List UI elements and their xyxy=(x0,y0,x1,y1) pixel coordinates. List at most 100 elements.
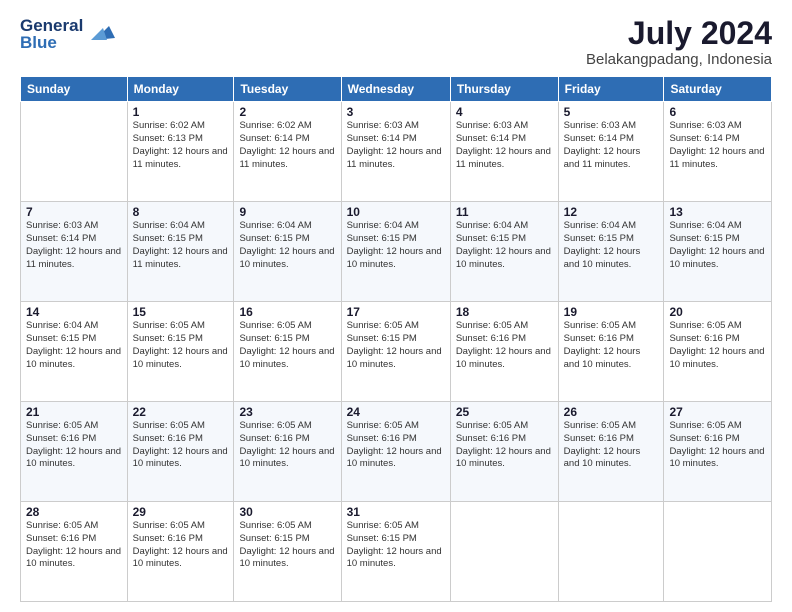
table-cell: 5Sunrise: 6:03 AMSunset: 6:14 PMDaylight… xyxy=(558,102,664,202)
table-cell: 3Sunrise: 6:03 AMSunset: 6:14 PMDaylight… xyxy=(341,102,450,202)
table-cell: 29Sunrise: 6:05 AMSunset: 6:16 PMDayligh… xyxy=(127,502,234,602)
week-row-4: 21Sunrise: 6:05 AMSunset: 6:16 PMDayligh… xyxy=(21,402,772,502)
table-cell: 17Sunrise: 6:05 AMSunset: 6:15 PMDayligh… xyxy=(341,302,450,402)
table-cell: 27Sunrise: 6:05 AMSunset: 6:16 PMDayligh… xyxy=(664,402,772,502)
day-number: 1 xyxy=(133,105,229,119)
day-info: Sunrise: 6:04 AMSunset: 6:15 PMDaylight:… xyxy=(26,320,122,371)
table-cell xyxy=(664,502,772,602)
day-number: 26 xyxy=(564,405,659,419)
day-number: 17 xyxy=(347,305,445,319)
day-number: 18 xyxy=(456,305,553,319)
title-block: July 2024 Belakangpadang, Indonesia xyxy=(586,16,772,68)
day-info: Sunrise: 6:04 AMSunset: 6:15 PMDaylight:… xyxy=(239,220,335,271)
day-number: 6 xyxy=(669,105,766,119)
day-info: Sunrise: 6:03 AMSunset: 6:14 PMDaylight:… xyxy=(347,120,445,171)
day-info: Sunrise: 6:05 AMSunset: 6:16 PMDaylight:… xyxy=(456,320,553,371)
day-number: 12 xyxy=(564,205,659,219)
table-cell: 20Sunrise: 6:05 AMSunset: 6:16 PMDayligh… xyxy=(664,302,772,402)
day-info: Sunrise: 6:04 AMSunset: 6:15 PMDaylight:… xyxy=(133,220,229,271)
table-cell: 30Sunrise: 6:05 AMSunset: 6:15 PMDayligh… xyxy=(234,502,341,602)
table-cell: 15Sunrise: 6:05 AMSunset: 6:15 PMDayligh… xyxy=(127,302,234,402)
day-info: Sunrise: 6:05 AMSunset: 6:16 PMDaylight:… xyxy=(26,520,122,571)
day-info: Sunrise: 6:02 AMSunset: 6:13 PMDaylight:… xyxy=(133,120,229,171)
day-number: 14 xyxy=(26,305,122,319)
day-number: 4 xyxy=(456,105,553,119)
table-cell xyxy=(558,502,664,602)
day-number: 20 xyxy=(669,305,766,319)
header-sunday: Sunday xyxy=(21,77,128,102)
day-number: 25 xyxy=(456,405,553,419)
table-cell: 6Sunrise: 6:03 AMSunset: 6:14 PMDaylight… xyxy=(664,102,772,202)
table-cell: 19Sunrise: 6:05 AMSunset: 6:16 PMDayligh… xyxy=(558,302,664,402)
day-info: Sunrise: 6:05 AMSunset: 6:16 PMDaylight:… xyxy=(347,420,445,471)
table-cell: 24Sunrise: 6:05 AMSunset: 6:16 PMDayligh… xyxy=(341,402,450,502)
calendar-header-row: Sunday Monday Tuesday Wednesday Thursday… xyxy=(21,77,772,102)
day-info: Sunrise: 6:03 AMSunset: 6:14 PMDaylight:… xyxy=(26,220,122,271)
day-number: 24 xyxy=(347,405,445,419)
day-number: 5 xyxy=(564,105,659,119)
month-title: July 2024 xyxy=(586,16,772,51)
table-cell: 28Sunrise: 6:05 AMSunset: 6:16 PMDayligh… xyxy=(21,502,128,602)
table-cell xyxy=(450,502,558,602)
table-cell: 13Sunrise: 6:04 AMSunset: 6:15 PMDayligh… xyxy=(664,202,772,302)
day-number: 21 xyxy=(26,405,122,419)
day-number: 9 xyxy=(239,205,335,219)
table-cell: 21Sunrise: 6:05 AMSunset: 6:16 PMDayligh… xyxy=(21,402,128,502)
day-info: Sunrise: 6:05 AMSunset: 6:16 PMDaylight:… xyxy=(669,320,766,371)
day-number: 16 xyxy=(239,305,335,319)
day-number: 3 xyxy=(347,105,445,119)
day-info: Sunrise: 6:05 AMSunset: 6:16 PMDaylight:… xyxy=(564,320,659,371)
table-cell: 2Sunrise: 6:02 AMSunset: 6:14 PMDaylight… xyxy=(234,102,341,202)
table-cell: 1Sunrise: 6:02 AMSunset: 6:13 PMDaylight… xyxy=(127,102,234,202)
table-cell: 23Sunrise: 6:05 AMSunset: 6:16 PMDayligh… xyxy=(234,402,341,502)
day-info: Sunrise: 6:05 AMSunset: 6:16 PMDaylight:… xyxy=(133,520,229,571)
day-number: 22 xyxy=(133,405,229,419)
header-saturday: Saturday xyxy=(664,77,772,102)
table-cell: 7Sunrise: 6:03 AMSunset: 6:14 PMDaylight… xyxy=(21,202,128,302)
day-number: 15 xyxy=(133,305,229,319)
table-cell: 10Sunrise: 6:04 AMSunset: 6:15 PMDayligh… xyxy=(341,202,450,302)
day-number: 2 xyxy=(239,105,335,119)
table-cell: 8Sunrise: 6:04 AMSunset: 6:15 PMDaylight… xyxy=(127,202,234,302)
table-cell: 9Sunrise: 6:04 AMSunset: 6:15 PMDaylight… xyxy=(234,202,341,302)
header: General Blue July 2024 Belakangpadang, I… xyxy=(20,16,772,68)
calendar-table: Sunday Monday Tuesday Wednesday Thursday… xyxy=(20,76,772,602)
day-number: 31 xyxy=(347,505,445,519)
logo: General Blue xyxy=(20,16,117,51)
day-number: 7 xyxy=(26,205,122,219)
day-info: Sunrise: 6:05 AMSunset: 6:16 PMDaylight:… xyxy=(669,420,766,471)
logo-line2: Blue xyxy=(20,34,83,51)
logo-line1: General xyxy=(20,17,83,34)
day-info: Sunrise: 6:03 AMSunset: 6:14 PMDaylight:… xyxy=(669,120,766,171)
table-cell: 12Sunrise: 6:04 AMSunset: 6:15 PMDayligh… xyxy=(558,202,664,302)
day-info: Sunrise: 6:02 AMSunset: 6:14 PMDaylight:… xyxy=(239,120,335,171)
day-info: Sunrise: 6:05 AMSunset: 6:16 PMDaylight:… xyxy=(133,420,229,471)
day-number: 19 xyxy=(564,305,659,319)
table-cell: 14Sunrise: 6:04 AMSunset: 6:15 PMDayligh… xyxy=(21,302,128,402)
table-cell: 26Sunrise: 6:05 AMSunset: 6:16 PMDayligh… xyxy=(558,402,664,502)
day-info: Sunrise: 6:05 AMSunset: 6:16 PMDaylight:… xyxy=(26,420,122,471)
header-wednesday: Wednesday xyxy=(341,77,450,102)
day-info: Sunrise: 6:04 AMSunset: 6:15 PMDaylight:… xyxy=(347,220,445,271)
day-info: Sunrise: 6:03 AMSunset: 6:14 PMDaylight:… xyxy=(456,120,553,171)
day-info: Sunrise: 6:04 AMSunset: 6:15 PMDaylight:… xyxy=(669,220,766,271)
day-info: Sunrise: 6:05 AMSunset: 6:15 PMDaylight:… xyxy=(347,320,445,371)
day-info: Sunrise: 6:05 AMSunset: 6:15 PMDaylight:… xyxy=(347,520,445,571)
table-cell xyxy=(21,102,128,202)
table-cell: 11Sunrise: 6:04 AMSunset: 6:15 PMDayligh… xyxy=(450,202,558,302)
header-friday: Friday xyxy=(558,77,664,102)
day-number: 10 xyxy=(347,205,445,219)
day-info: Sunrise: 6:03 AMSunset: 6:14 PMDaylight:… xyxy=(564,120,659,171)
week-row-3: 14Sunrise: 6:04 AMSunset: 6:15 PMDayligh… xyxy=(21,302,772,402)
day-info: Sunrise: 6:05 AMSunset: 6:15 PMDaylight:… xyxy=(239,520,335,571)
page: General Blue July 2024 Belakangpadang, I… xyxy=(0,0,792,612)
day-number: 27 xyxy=(669,405,766,419)
day-number: 29 xyxy=(133,505,229,519)
table-cell: 31Sunrise: 6:05 AMSunset: 6:15 PMDayligh… xyxy=(341,502,450,602)
header-monday: Monday xyxy=(127,77,234,102)
day-info: Sunrise: 6:05 AMSunset: 6:15 PMDaylight:… xyxy=(239,320,335,371)
table-cell: 18Sunrise: 6:05 AMSunset: 6:16 PMDayligh… xyxy=(450,302,558,402)
week-row-1: 1Sunrise: 6:02 AMSunset: 6:13 PMDaylight… xyxy=(21,102,772,202)
day-number: 23 xyxy=(239,405,335,419)
day-info: Sunrise: 6:05 AMSunset: 6:16 PMDaylight:… xyxy=(239,420,335,471)
